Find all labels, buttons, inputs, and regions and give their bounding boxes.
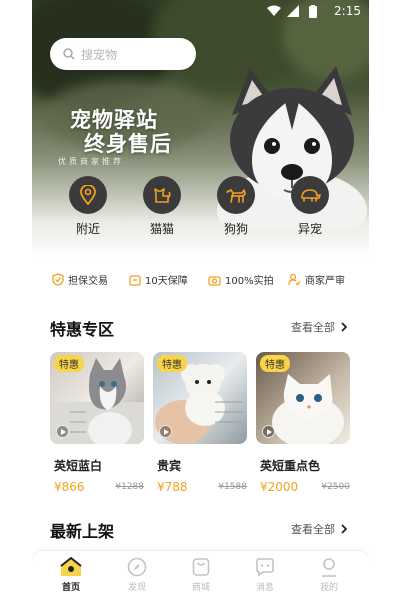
- search-icon: [63, 48, 75, 60]
- product-image: 特惠: [153, 352, 247, 444]
- product-card[interactable]: 特惠 贵宾 ¥788 ¥1588: [153, 352, 247, 494]
- guarantee-label: 商家严审: [305, 276, 345, 287]
- category-nearby[interactable]: 附近: [58, 176, 118, 237]
- category-label: 狗狗: [223, 222, 248, 236]
- special-see-all-link[interactable]: 查看全部: [291, 319, 347, 335]
- dog-icon: [217, 176, 255, 214]
- compass-icon: [127, 557, 147, 577]
- nav-label: 我的: [319, 583, 338, 593]
- video-play-icon: [56, 425, 69, 438]
- video-play-icon: [262, 425, 275, 438]
- category-label: 附近: [75, 222, 100, 236]
- special-badge: 特惠: [54, 355, 84, 372]
- nav-discover[interactable]: 发现: [112, 557, 162, 593]
- product-price: ¥2000: [260, 480, 299, 494]
- signal-icon: [287, 5, 299, 17]
- category-bar: 附近 猫猫 狗狗 异宠: [32, 176, 369, 242]
- status-bar: 2:15: [32, 0, 369, 24]
- bottom-nav: 首页 发现 商城 消息 我的: [32, 550, 369, 600]
- guarantee-strip: 担保交易 10天保障 100%实拍 商家严审: [32, 272, 369, 292]
- category-dogs[interactable]: 狗狗: [206, 176, 266, 237]
- product-card[interactable]: 特惠 英短蓝白 ¥866 ¥1288: [50, 352, 144, 494]
- category-exotic[interactable]: 异宠: [280, 176, 340, 237]
- search-placeholder: 搜宠物: [81, 47, 118, 62]
- product-prices: ¥788 ¥1588: [153, 480, 247, 494]
- wifi-icon: [267, 5, 281, 16]
- category-cats[interactable]: 猫猫: [132, 176, 192, 237]
- product-old-price: ¥1588: [218, 482, 247, 492]
- product-prices: ¥2000 ¥2500: [256, 480, 350, 494]
- nav-home[interactable]: 首页: [46, 557, 96, 593]
- hero-subtitle: 优质商家推荐: [58, 157, 124, 166]
- search-input[interactable]: 搜宠物: [50, 38, 196, 70]
- product-name: 贵宾: [157, 459, 182, 473]
- category-label: 异宠: [297, 222, 322, 236]
- product-image: 特惠: [256, 352, 350, 444]
- location-pin-icon: [69, 176, 107, 214]
- shop-bag-icon: [192, 558, 210, 576]
- guarantee-item: 担保交易: [52, 272, 108, 287]
- person-check-icon: [288, 273, 301, 286]
- app-screen: 2:15 搜宠物 宠物驿站 终身售后 优质商家推荐 附近 猫猫 狗狗 异宠 担保…: [32, 0, 369, 600]
- chevron-right-icon: [341, 322, 347, 332]
- special-badge: 特惠: [157, 355, 187, 372]
- guarantee-label: 担保交易: [68, 276, 108, 287]
- chevron-right-icon: [341, 524, 347, 534]
- video-play-icon: [159, 425, 172, 438]
- hero-banner[interactable]: 2:15 搜宠物 宠物驿站 终身售后 优质商家推荐 附近 猫猫 狗狗 异宠: [32, 0, 369, 258]
- see-all-label: 查看全部: [291, 523, 335, 536]
- battery-icon: [309, 5, 317, 18]
- nav-label: 消息: [255, 583, 274, 593]
- nav-label: 发现: [127, 583, 146, 593]
- product-price: ¥788: [157, 480, 188, 494]
- turtle-icon: [291, 176, 329, 214]
- message-icon: [256, 558, 274, 577]
- category-label: 猫猫: [149, 222, 174, 236]
- product-prices: ¥866 ¥1288: [50, 480, 144, 494]
- special-badge: 特惠: [260, 355, 290, 372]
- guarantee-item: 10天保障: [129, 272, 188, 287]
- guarantee-item: 100%实拍: [208, 272, 274, 287]
- nav-label: 商城: [191, 583, 210, 593]
- profile-icon: [322, 558, 336, 577]
- nav-profile[interactable]: 我的: [304, 557, 354, 593]
- home-icon: [60, 557, 82, 576]
- cat-icon: [143, 176, 181, 214]
- product-card[interactable]: 特惠 英短重点色 ¥2000 ¥2500: [256, 352, 350, 494]
- guarantee-label: 100%实拍: [225, 276, 274, 287]
- product-name: 英短蓝白: [54, 459, 103, 473]
- calendar-icon: [129, 274, 141, 286]
- guarantee-item: 商家严审: [288, 272, 345, 287]
- product-name: 英短重点色: [260, 459, 321, 473]
- hero-title-line2: 终身售后: [84, 131, 172, 156]
- special-section-title: 特惠专区: [50, 320, 115, 339]
- latest-section-title: 最新上架: [50, 522, 115, 541]
- product-old-price: ¥2500: [321, 482, 350, 492]
- product-old-price: ¥1288: [115, 482, 144, 492]
- nav-label: 首页: [61, 583, 80, 593]
- see-all-label: 查看全部: [291, 321, 335, 334]
- latest-see-all-link[interactable]: 查看全部: [291, 521, 347, 537]
- status-time: 2:15: [334, 4, 361, 18]
- product-price: ¥866: [54, 480, 85, 494]
- product-image: 特惠: [50, 352, 144, 444]
- guarantee-label: 10天保障: [145, 276, 188, 287]
- camera-icon: [208, 275, 221, 286]
- nav-messages[interactable]: 消息: [240, 557, 290, 593]
- shield-check-icon: [52, 273, 64, 286]
- nav-shop[interactable]: 商城: [176, 557, 226, 593]
